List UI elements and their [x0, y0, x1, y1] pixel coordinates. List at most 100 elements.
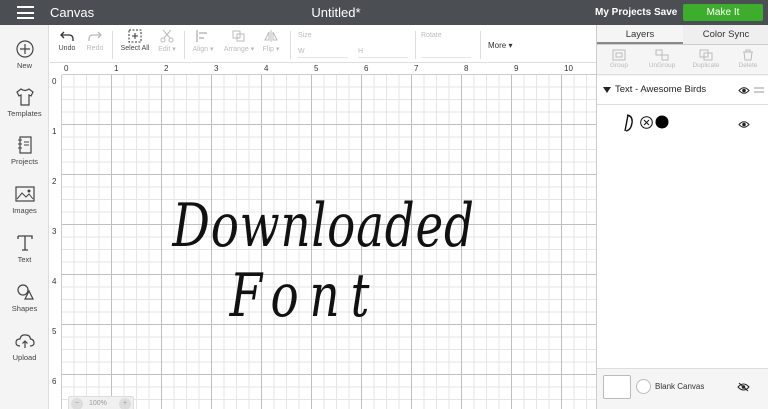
- collapse-triangle-icon[interactable]: [603, 87, 611, 93]
- ruler-tick: 7: [414, 64, 419, 73]
- ruler-tick: 2: [164, 64, 169, 73]
- notebook-icon: [17, 136, 32, 154]
- ruler-tick: 4: [52, 277, 57, 286]
- layers-list: Text - Awesome Birds: [597, 76, 768, 376]
- toolbar-divider: [184, 31, 185, 59]
- ruler-tick: 6: [52, 377, 57, 386]
- ruler-horizontal: 0 1 2 3 4 5 6 7 8 9 10: [62, 63, 596, 75]
- sidebar-item-templates[interactable]: Templates: [0, 87, 49, 133]
- my-projects-link[interactable]: My Projects: [595, 7, 651, 18]
- eye-hidden-icon[interactable]: [737, 382, 750, 392]
- sidebar-item-label: Templates: [7, 109, 42, 118]
- redo-icon: [88, 31, 102, 41]
- toolbar: Undo Redo Select All Edit ▾ Align ▾ Arra…: [50, 25, 596, 63]
- text-t-icon: [16, 235, 33, 251]
- canvas-settings-bar: Blank Canvas: [597, 368, 768, 409]
- group-icon: [612, 49, 626, 61]
- ruler-tick: 5: [52, 327, 57, 336]
- ruler-tick: 3: [214, 64, 219, 73]
- design-text-line-1: Downloaded: [172, 191, 475, 261]
- sidebar-item-text[interactable]: Text: [0, 233, 49, 279]
- zoom-control: − 100% +: [68, 396, 134, 409]
- ruler-tick: 1: [52, 127, 57, 136]
- layer-item-row[interactable]: [597, 105, 768, 140]
- undo-icon: [60, 31, 74, 41]
- sidebar-item-label: Upload: [12, 353, 37, 362]
- redo-button[interactable]: Redo: [86, 29, 104, 52]
- rotate-field[interactable]: [421, 45, 471, 58]
- edit-label: Edit ▾: [158, 46, 176, 53]
- ruler-tick: 1: [114, 64, 119, 73]
- flip-dropdown[interactable]: Flip ▾: [261, 29, 281, 53]
- align-label: Align ▾: [192, 46, 214, 53]
- delete-button[interactable]: Delete: [735, 49, 761, 69]
- sidebar-item-upload[interactable]: Upload: [0, 331, 49, 377]
- sidebar-item-new[interactable]: New: [0, 39, 49, 85]
- zoom-value: 100%: [89, 400, 107, 407]
- document-title[interactable]: Untitled*: [0, 5, 672, 20]
- layer-title: Text - Awesome Birds: [615, 84, 707, 95]
- sidebar-item-shapes[interactable]: Shapes: [0, 282, 49, 328]
- undo-label: Undo: [58, 45, 76, 52]
- blank-canvas-swatch[interactable]: [603, 375, 631, 399]
- undo-button[interactable]: Undo: [58, 29, 76, 52]
- cloud-upload-icon: [14, 334, 35, 348]
- align-dropdown[interactable]: Align ▾: [190, 29, 216, 53]
- text-layer-design[interactable]: Downloaded Font: [135, 191, 475, 331]
- tab-layers[interactable]: Layers: [597, 25, 683, 44]
- width-field-label: W: [298, 48, 305, 55]
- eye-icon[interactable]: [738, 120, 750, 129]
- tab-color-sync[interactable]: Color Sync: [683, 25, 768, 44]
- make-it-button[interactable]: Make It: [683, 4, 763, 21]
- redo-label: Redo: [86, 45, 104, 52]
- sidebar-item-label: Images: [12, 206, 37, 215]
- flip-label: Flip ▾: [262, 46, 280, 53]
- scissors-icon: [160, 29, 174, 43]
- toolbar-divider: [415, 31, 416, 59]
- edit-dropdown[interactable]: Edit ▾: [155, 29, 179, 53]
- arrange-dropdown[interactable]: Arrange ▾: [222, 29, 256, 53]
- sidebar-item-images[interactable]: Images: [0, 184, 49, 230]
- ungroup-icon: [655, 49, 669, 61]
- ruler-tick: 3: [52, 227, 57, 236]
- group-button[interactable]: Group: [605, 49, 633, 69]
- ruler-tick: 0: [64, 64, 69, 73]
- ungroup-label: UnGroup: [648, 62, 676, 69]
- save-button[interactable]: Save: [654, 7, 677, 18]
- drag-handle-icon[interactable]: [754, 87, 764, 93]
- sidebar-item-label: Text: [17, 255, 32, 264]
- ruler-tick: 9: [514, 64, 519, 73]
- design-text-line-2: Font: [229, 261, 381, 331]
- more-dropdown[interactable]: More ▾: [488, 41, 512, 50]
- rotate-label: Rotate: [421, 32, 442, 39]
- duplicate-button[interactable]: Duplicate: [689, 49, 723, 69]
- eye-icon[interactable]: [738, 86, 750, 95]
- width-field[interactable]: W: [298, 45, 348, 58]
- ruler-vertical: 0 1 2 3 4 5 6: [50, 75, 62, 409]
- design-canvas[interactable]: 0 1 2 3 4 5 6 7 8 9 10 0 1 2 3 4 5 6 Dow…: [50, 63, 596, 409]
- duplicate-label: Duplicate: [692, 62, 720, 69]
- ruler-tick: 5: [314, 64, 319, 73]
- height-field[interactable]: H: [358, 45, 408, 58]
- cut-operation-icon[interactable]: [640, 116, 653, 129]
- align-icon: [196, 30, 207, 42]
- sidebar-item-label: Projects: [10, 157, 39, 166]
- sidebar-item-label: Shapes: [11, 304, 38, 313]
- color-swatch-icon[interactable]: [655, 115, 669, 129]
- ungroup-button[interactable]: UnGroup: [645, 49, 679, 69]
- zoom-in-button[interactable]: +: [119, 398, 131, 409]
- arrange-icon: [232, 30, 245, 42]
- ruler-tick: 8: [464, 64, 469, 73]
- duplicate-icon: [699, 49, 713, 61]
- left-sidebar: New Templates Projects Images Text Shape…: [0, 25, 49, 409]
- sidebar-item-projects[interactable]: Projects: [0, 135, 49, 181]
- text-layer-thumbnail-icon: [624, 114, 633, 132]
- select-all-button[interactable]: Select All: [119, 29, 151, 52]
- size-label: Size: [298, 32, 312, 39]
- blank-canvas-color[interactable]: [636, 379, 651, 394]
- toolbar-divider: [112, 31, 113, 59]
- layer-group-row[interactable]: Text - Awesome Birds: [597, 76, 768, 105]
- zoom-out-button[interactable]: −: [71, 398, 83, 409]
- ruler-tick: 6: [364, 64, 369, 73]
- shapes-icon: [16, 284, 34, 300]
